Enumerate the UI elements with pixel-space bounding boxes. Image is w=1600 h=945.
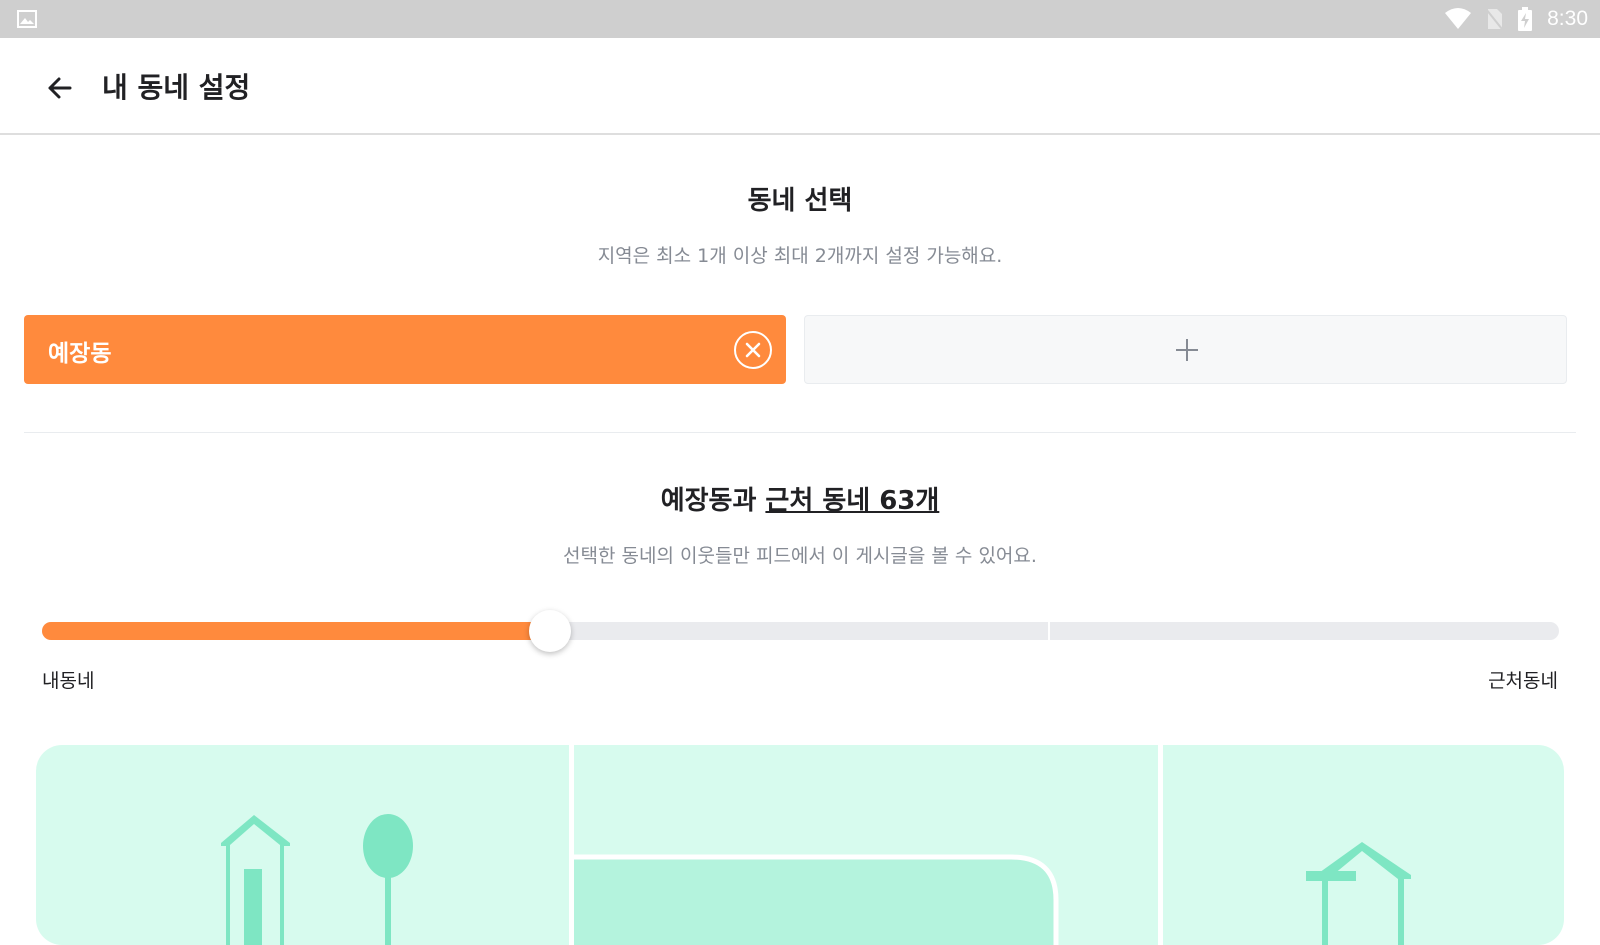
select-section-title: 동네 선택 xyxy=(747,186,853,216)
map-road-vertical-2 xyxy=(1158,745,1163,945)
neighborhood-map-illustration xyxy=(36,745,1564,945)
selected-neighborhood-chip[interactable]: 예장동 xyxy=(24,315,786,384)
close-icon xyxy=(745,342,761,358)
battery-charging-icon xyxy=(1518,7,1533,31)
slider-max-label: 근처동네 xyxy=(1488,670,1558,692)
plus-icon xyxy=(1176,339,1198,361)
range-section-title: 예장동과 근처 동네 63개 xyxy=(0,480,1600,517)
app-bar: 내 동네 설정 xyxy=(0,38,1600,135)
add-neighborhood-button[interactable] xyxy=(804,315,1567,384)
no-sim-icon xyxy=(1485,8,1503,30)
range-section-description: 선택한 동네의 이웃들만 피드에서 이 게시글을 볼 수 있어요. xyxy=(563,545,1037,567)
range-slider-fill xyxy=(42,622,550,640)
select-section-description: 지역은 최소 1개 이상 최대 2개까지 설정 가능해요. xyxy=(597,245,1003,267)
building-icon xyxy=(1306,842,1411,945)
wifi-icon xyxy=(1445,8,1472,29)
range-title-prefix: 예장동과 xyxy=(660,486,766,516)
map-svg xyxy=(221,745,1411,945)
arrow-left-icon xyxy=(48,77,72,99)
image-icon xyxy=(17,10,37,28)
range-slider[interactable] xyxy=(42,610,1559,652)
status-icons: 8:30 xyxy=(1445,0,1588,38)
section-divider xyxy=(24,432,1576,433)
map-block xyxy=(574,857,1056,945)
house-icon xyxy=(221,815,290,945)
range-slider-thumb[interactable] xyxy=(529,610,571,652)
tree-icon xyxy=(363,814,413,945)
slider-min-label: 내동네 xyxy=(42,670,95,692)
nearby-neighborhoods-link[interactable]: 근처 동네 63개 xyxy=(765,486,939,516)
remove-neighborhood-button[interactable] xyxy=(734,331,772,369)
status-time: 8:30 xyxy=(1547,7,1588,30)
map-road-vertical-1 xyxy=(569,745,574,945)
status-bar: 8:30 xyxy=(0,0,1600,38)
selected-neighborhood-label: 예장동 xyxy=(48,341,112,367)
range-slider-tick xyxy=(1048,620,1050,642)
back-button[interactable] xyxy=(40,68,80,108)
page-title: 내 동네 설정 xyxy=(102,71,251,104)
